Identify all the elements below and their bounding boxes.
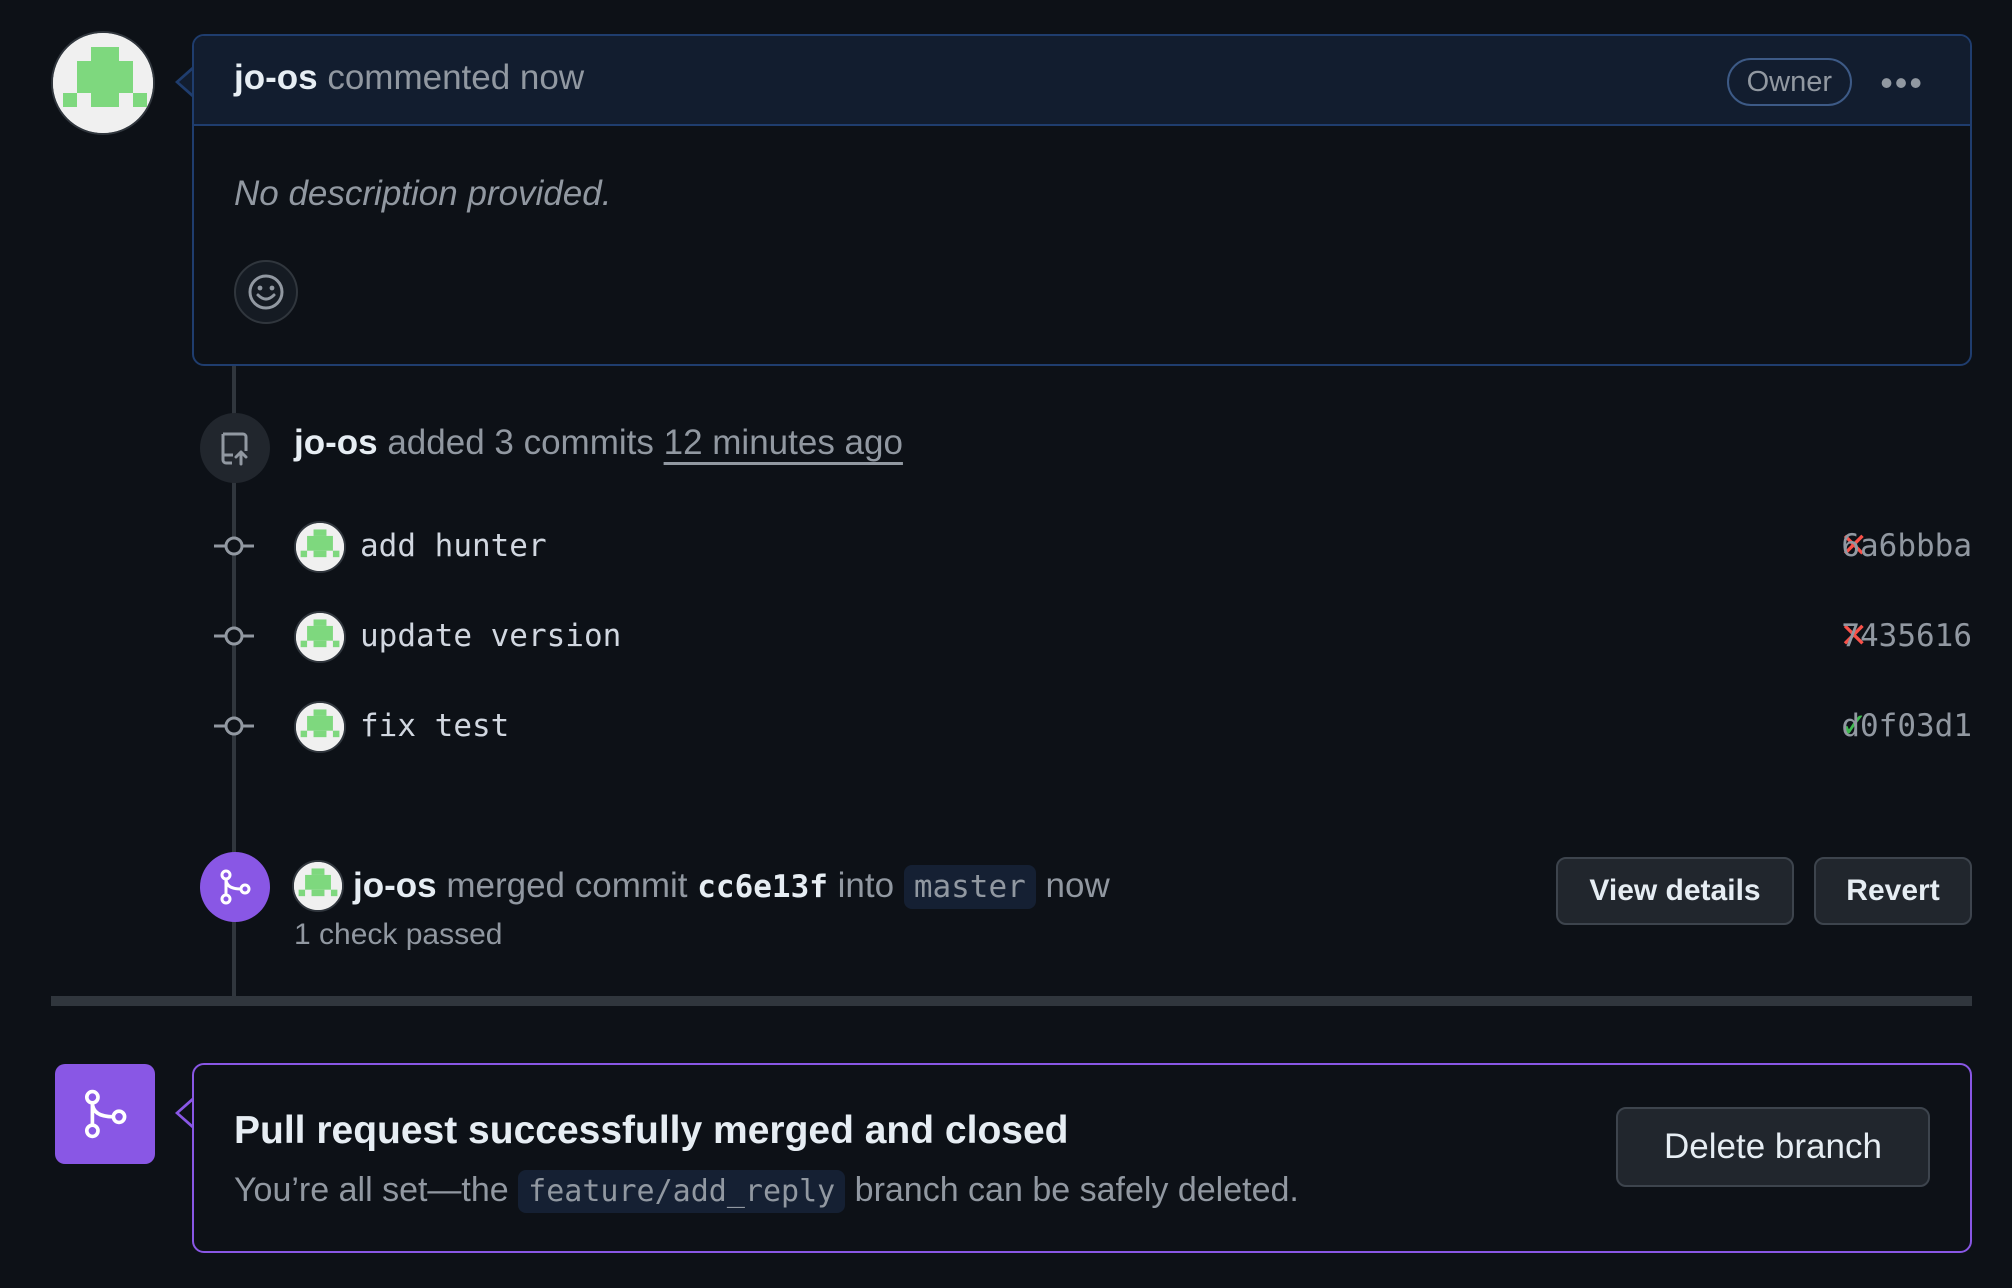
commit-row: fix test ✓ d0f03d1 [212, 698, 1972, 754]
git-merge-icon [84, 1089, 127, 1139]
comment-card: jo-os commented now Owner ••• No descrip… [192, 34, 1972, 366]
commit-avatar[interactable] [294, 701, 346, 753]
commit-sha-link[interactable]: 7435616 [1841, 618, 1972, 654]
commit-row: add hunter ✕ 6a6bbba [212, 518, 1972, 574]
push-event-text: jo-os added 3 commits 12 minutes ago [294, 423, 903, 463]
comment-action: commented now [327, 58, 585, 97]
checks-summary: 1 check passed [294, 918, 503, 951]
merged-status-card: Pull request successfully merged and clo… [192, 1063, 1972, 1253]
owner-badge: Owner [1726, 58, 1852, 106]
git-merge-icon [200, 852, 270, 922]
commit-sha-link[interactable]: 6a6bbba [1841, 528, 1972, 564]
merged-sub-after: branch can be safely deleted. [854, 1171, 1299, 1209]
git-commit-icon [212, 528, 256, 564]
commit-avatar[interactable] [294, 521, 346, 573]
comment-author[interactable]: jo-os [234, 58, 318, 97]
commit-row: update version ✕ 7435616 [212, 608, 1972, 664]
timeline-divider [51, 996, 1972, 1006]
view-details-button[interactable]: View details [1556, 857, 1794, 925]
identicon-icon [53, 33, 153, 133]
push-action: added 3 commits [387, 423, 654, 462]
merge-author[interactable]: jo-os [353, 866, 437, 905]
smiley-icon [248, 274, 284, 310]
comment-header-text: jo-os commented now [234, 58, 584, 98]
push-time-link[interactable]: 12 minutes ago [664, 423, 903, 462]
revert-button[interactable]: Revert [1814, 857, 1972, 925]
kebab-menu-icon[interactable]: ••• [1880, 62, 1924, 104]
commit-message-link[interactable]: add hunter [360, 528, 547, 564]
comment-header: jo-os commented now Owner ••• [194, 36, 1970, 126]
commit-sha-link[interactable]: d0f03d1 [1841, 708, 1972, 744]
repo-push-icon [200, 413, 270, 483]
merge-into: into [837, 866, 895, 905]
merged-subtitle: You’re all set—the feature/add_reply bra… [234, 1170, 1299, 1213]
source-branch-label[interactable]: feature/add_reply [518, 1170, 846, 1213]
merge-verb: merged commit [446, 866, 688, 905]
target-branch-label[interactable]: master [903, 865, 1036, 909]
merge-commit-sha-link[interactable]: cc6e13f [697, 869, 828, 905]
merge-time: now [1045, 866, 1110, 905]
merged-title: Pull request successfully merged and clo… [234, 1109, 1069, 1152]
merged-status-badge [55, 1064, 155, 1164]
merged-sub-before: You’re all set—the [234, 1171, 509, 1209]
author-avatar[interactable] [51, 31, 155, 135]
commit-message-link[interactable]: update version [360, 618, 621, 654]
commit-avatar[interactable] [294, 611, 346, 663]
add-reaction-button[interactable] [234, 260, 298, 324]
merge-author-avatar[interactable] [292, 860, 344, 912]
git-commit-icon [212, 708, 256, 744]
delete-branch-button[interactable]: Delete branch [1616, 1107, 1930, 1187]
merge-event-text: jo-os merged commit cc6e13f into master … [353, 865, 1110, 909]
push-author[interactable]: jo-os [294, 423, 378, 462]
commit-message-link[interactable]: fix test [360, 708, 509, 744]
comment-description: No description provided. [234, 174, 612, 213]
git-commit-icon [212, 618, 256, 654]
